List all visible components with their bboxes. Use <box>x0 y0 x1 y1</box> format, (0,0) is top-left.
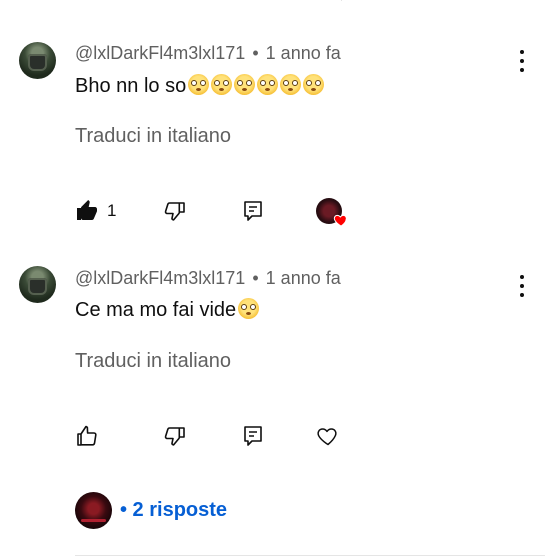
heart-icon <box>333 214 347 227</box>
author-handle[interactable]: @lxlDarkFl4m3lxl171 <box>75 268 245 288</box>
flushed-face-emoji <box>280 74 302 95</box>
comment-text-body: Bho nn lo so <box>75 75 187 97</box>
reply-icon <box>244 426 262 446</box>
replies-count-label[interactable]: • 2 risposte <box>120 499 227 522</box>
meta-separator: • <box>252 43 259 63</box>
flushed-face-emoji <box>234 74 256 95</box>
author-avatar[interactable] <box>19 266 56 303</box>
more-options-button[interactable] <box>512 50 532 72</box>
divider <box>75 555 545 556</box>
heart-icon <box>317 428 337 446</box>
view-replies-button[interactable]: • 2 risposte <box>75 491 227 529</box>
dislike-button[interactable] <box>163 423 187 449</box>
comment-time[interactable]: 1 anno fa <box>266 268 341 288</box>
meta-separator: • <box>252 268 259 288</box>
flushed-face-emoji <box>211 74 233 95</box>
thumbs-up-icon <box>77 200 97 220</box>
flushed-face-emoji <box>303 74 325 95</box>
flushed-face-emoji <box>257 74 279 95</box>
heart-button[interactable] <box>316 423 340 449</box>
author-avatar[interactable] <box>19 42 56 79</box>
translate-link[interactable]: Traduci in italiano <box>75 125 231 148</box>
comment-meta: @lxlDarkFl4m3lxl171 • 1 anno fa <box>75 43 341 64</box>
comment-time[interactable]: 1 anno fa <box>266 43 341 63</box>
dislike-button[interactable] <box>163 198 187 224</box>
creator-heart-badge[interactable] <box>316 198 347 227</box>
reply-button[interactable] <box>241 423 265 449</box>
translate-link[interactable]: Traduci in italiano <box>75 350 231 373</box>
like-button[interactable]: 1 <box>75 198 116 224</box>
flushed-face-emoji <box>238 298 260 319</box>
reply-icon <box>244 201 262 221</box>
partial-icon <box>341 0 342 1</box>
more-options-button[interactable] <box>512 275 532 297</box>
comment-meta: @lxlDarkFl4m3lxl171 • 1 anno fa <box>75 268 341 289</box>
like-button[interactable] <box>75 423 99 449</box>
flushed-face-emoji <box>188 74 210 95</box>
more-vert-icon <box>520 50 524 54</box>
reply-button[interactable] <box>241 198 265 224</box>
comment-text-body: Ce ma mo fai vide <box>75 299 237 321</box>
thumbs-down-icon <box>164 427 185 446</box>
thumbs-up-icon <box>77 425 97 446</box>
author-handle[interactable]: @lxlDarkFl4m3lxl171 <box>75 43 245 63</box>
like-count: 1 <box>107 201 117 220</box>
comment-text: Ce ma mo fai vide <box>75 298 260 322</box>
reply-author-avatar <box>75 491 112 529</box>
more-vert-icon <box>520 275 524 279</box>
thumbs-down-icon <box>164 202 185 221</box>
comment-text: Bho nn lo so <box>75 74 325 98</box>
